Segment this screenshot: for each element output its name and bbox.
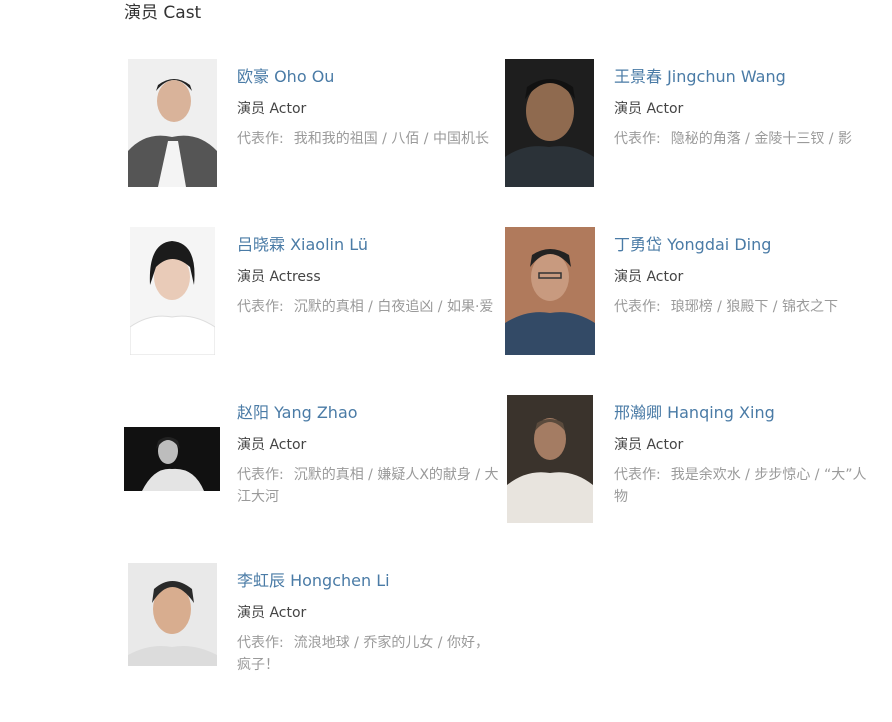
actor-role: 演员 Actor [237,101,307,117]
works-list: 我和我的祖国 / 八佰 / 中国机长 [293,131,489,147]
actor-role: 演员 Actress [237,269,321,285]
works-label: 代表作: [237,467,284,483]
works-label: 代表作: [614,131,661,147]
actor-role: 演员 Actor [614,437,684,453]
actor-role: 演员 Actor [237,605,307,621]
actor-photo[interactable] [505,59,594,187]
actor-photo[interactable] [505,227,595,355]
actor-role: 演员 Actor [614,101,684,117]
representative-works: 代表作: 隐秘的角落 / 金陵十三钗 / 影 [614,128,876,150]
works-label: 代表作: [614,467,661,483]
actor-photo[interactable] [507,395,593,523]
cast-card: 丁勇岱 Yongdai Ding 演员 Actor 代表作: 琅琊榜 / 狼殿下 … [502,226,882,386]
actor-name[interactable]: 欧豪 Oho Ou [237,66,334,88]
actor-name[interactable]: 李虹辰 Hongchen Li [237,570,390,592]
actor-name[interactable]: 赵阳 Yang Zhao [237,402,358,424]
cast-card: 吕晓霖 Xiaolin Lü 演员 Actress 代表作: 沉默的真相 / 白夜… [125,226,505,386]
works-label: 代表作: [614,299,661,315]
representative-works: 代表作: 沉默的真相 / 嫌疑人X的献身 / 大江大河 [237,464,499,508]
actor-name[interactable]: 邢瀚卿 Hanqing Xing [614,402,775,424]
representative-works: 代表作: 沉默的真相 / 白夜追凶 / 如果·爱 [237,296,499,318]
actor-name[interactable]: 吕晓霖 Xiaolin Lü [237,234,368,256]
actor-role: 演员 Actor [237,437,307,453]
cast-card: 王景春 Jingchun Wang 演员 Actor 代表作: 隐秘的角落 / 金… [502,58,882,218]
representative-works: 代表作: 流浪地球 / 乔家的儿女 / 你好，疯子！ [237,632,499,676]
representative-works: 代表作: 我是余欢水 / 步步惊心 / “大”人物 [614,464,876,508]
actor-role: 演员 Actor [614,269,684,285]
representative-works: 代表作: 我和我的祖国 / 八佰 / 中国机长 [237,128,499,150]
representative-works: 代表作: 琅琊榜 / 狼殿下 / 锦衣之下 [614,296,876,318]
actor-photo[interactable] [128,563,217,666]
actor-photo[interactable] [130,227,215,355]
works-label: 代表作: [237,635,284,651]
works-label: 代表作: [237,131,284,147]
works-list: 沉默的真相 / 白夜追凶 / 如果·爱 [293,299,494,315]
actor-name[interactable]: 丁勇岱 Yongdai Ding [614,234,771,256]
cast-card: 李虹辰 Hongchen Li 演员 Actor 代表作: 流浪地球 / 乔家的儿… [125,562,505,722]
section-title: 演员 Cast [124,3,202,23]
actor-name[interactable]: 王景春 Jingchun Wang [614,66,786,88]
cast-card: 欧豪 Oho Ou 演员 Actor 代表作: 我和我的祖国 / 八佰 / 中国机… [125,58,505,218]
cast-card: 邢瀚卿 Hanqing Xing 演员 Actor 代表作: 我是余欢水 / 步步… [502,394,882,554]
works-label: 代表作: [237,299,284,315]
cast-card: 赵阳 Yang Zhao 演员 Actor 代表作: 沉默的真相 / 嫌疑人X的献… [124,394,505,554]
actor-photo[interactable] [128,59,217,187]
works-list: 隐秘的角落 / 金陵十三钗 / 影 [670,131,852,147]
works-list: 琅琊榜 / 狼殿下 / 锦衣之下 [670,299,838,315]
actor-photo[interactable] [124,427,220,491]
